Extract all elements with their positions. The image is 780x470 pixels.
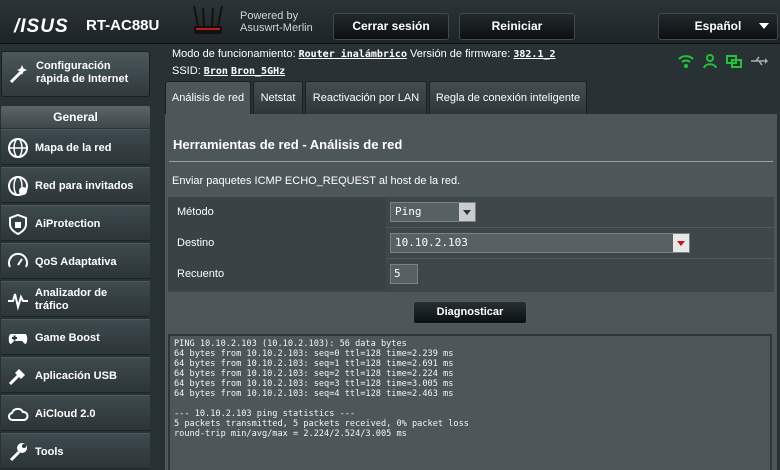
sidebar-item-aicloud[interactable]: AiCloud 2.0 [1,395,150,431]
cloud-icon [8,407,29,421]
sidebar-item-label: Red para invitados [35,180,134,192]
ssid-link-1[interactable]: Bron [204,66,228,77]
sidebar-item-label: AiCloud 2.0 [35,408,96,420]
tab-netstat[interactable]: Netstat [253,81,303,114]
speedometer-icon [8,252,28,268]
chevron-down-icon [759,23,769,29]
page-description: Enviar paquetes ICMP ECHO_REQUEST al hos… [172,175,461,187]
ping-output-console[interactable]: PING 10.10.2.103 (10.10.2.103): 56 data … [168,334,772,470]
sidebar-item-label: Game Boost [35,332,100,344]
method-label: Método [168,197,386,228]
language-select[interactable]: Español [658,13,778,40]
shield-icon [9,213,27,235]
count-label: Recuento [168,259,386,290]
tab-smart-connect-rule[interactable]: Regla de conexión inteligente [429,81,587,114]
sidebar-item-game-boost[interactable]: Game Boost [1,319,150,355]
tab-network-analysis[interactable]: Análisis de red [165,81,251,114]
chevron-down-icon[interactable] [673,234,689,252]
page-title: Herramientas de red - Análisis de red [173,137,403,152]
router-model: RT-AC88U [86,17,160,34]
reboot-button[interactable]: Reiniciar [459,13,575,40]
quick-setup-label-line1: Configuración [36,60,111,72]
powered-by-label: Powered by [240,10,299,22]
tab-wake-on-lan[interactable]: Reactivación por LAN [305,81,427,114]
form-row-count: Recuento 5 [168,259,774,290]
destination-select[interactable]: 10.10.2.103 [390,233,690,253]
method-value: Ping [395,205,422,218]
ssid-link-2[interactable]: Bron_5GHz [231,66,285,77]
method-select[interactable]: Ping [390,202,476,222]
language-label: Español [694,19,742,33]
logout-button[interactable]: Cerrar sesión [333,13,449,40]
sidebar: Configuración rápida de Internet General… [0,45,152,470]
router-icon [193,5,223,34]
network-icon[interactable] [726,53,742,69]
asus-logo: /ISUS [14,16,69,37]
quick-setup-button[interactable]: Configuración rápida de Internet [1,51,150,97]
quick-setup-label: Configuración rápida de Internet [36,60,128,86]
firmware-name: Asuswrt-Merlin [240,22,313,34]
sidebar-item-label: Aplicación USB [35,370,117,382]
main-panel: Herramientas de red - Análisis de red En… [165,114,777,470]
sidebar-item-usb-application[interactable]: Aplicación USB [1,357,150,393]
top-bar: /ISUS RT-AC88U Powered by Asuswrt-Merlin… [0,0,780,44]
status-line-mode: Modo de funcionamiento: Router inalámbri… [172,48,556,60]
mode-link[interactable]: Router inalámbrico [299,49,407,60]
usb-icon[interactable] [750,53,768,69]
status-bar: Modo de funcionamiento: Router inalámbri… [152,45,780,80]
firmware-link[interactable]: 382.1_2 [513,49,555,60]
wizard-icon [9,65,27,84]
sidebar-item-adaptive-qos[interactable]: QoS Adaptativa [1,243,150,279]
form-row-method: Método Ping [168,197,774,228]
general-section-header: General [1,106,150,128]
sidebar-item-label: Tools [35,446,64,458]
ssid-label: SSID: [172,65,201,77]
guest-globe-icon [8,176,28,196]
sidebar-item-label-line1: Analizador de [35,287,108,299]
sidebar-item-label: QoS Adaptativa [35,256,117,268]
wrench-icon [9,443,27,462]
gamepad-icon [8,334,28,344]
sidebar-item-network-map[interactable]: Mapa de la red [1,129,150,165]
diagnostic-form: Método Ping Destino 10.10.2.103 Recuento… [168,197,774,292]
user-icon[interactable] [702,53,718,69]
wifi-icon[interactable] [678,53,694,69]
globe-icon [8,138,28,158]
quick-setup-label-line2: rápida de Internet [36,73,129,85]
diagnose-button[interactable]: Diagnosticar [413,301,527,324]
status-line-ssid: SSID: Bron Bron_5GHz [172,65,285,77]
sidebar-item-guest-network[interactable]: Red para invitados [1,167,150,203]
sidebar-item-label: Mapa de la red [35,142,112,154]
firmware-label: Versión de firmware: [410,48,511,60]
title-divider [169,161,773,162]
count-input[interactable]: 5 [390,264,418,284]
chevron-down-icon[interactable] [459,203,475,221]
sidebar-item-label-line2: tráfico [35,300,69,312]
destination-value: 10.10.2.103 [395,236,468,249]
sidebar-item-aiprotection[interactable]: AiProtection [1,205,150,241]
sidebar-item-traffic-analyzer[interactable]: Analizador de tráfico [1,281,150,317]
sidebar-item-label: AiProtection [35,218,101,230]
mode-label: Modo de funcionamiento: [172,48,296,60]
form-row-destination: Destino 10.10.2.103 [168,228,774,259]
sidebar-item-tools[interactable]: Tools [1,433,150,469]
destination-label: Destino [168,228,386,259]
pulse-icon [8,293,28,311]
sidebar-item-label: Analizador de tráfico [35,287,107,313]
usb-tool-icon [8,369,25,386]
powered-by: Powered by Asuswrt-Merlin [240,10,313,34]
status-icons [678,53,770,69]
tab-bar: Análisis de red Netstat Reactivación por… [165,81,777,114]
